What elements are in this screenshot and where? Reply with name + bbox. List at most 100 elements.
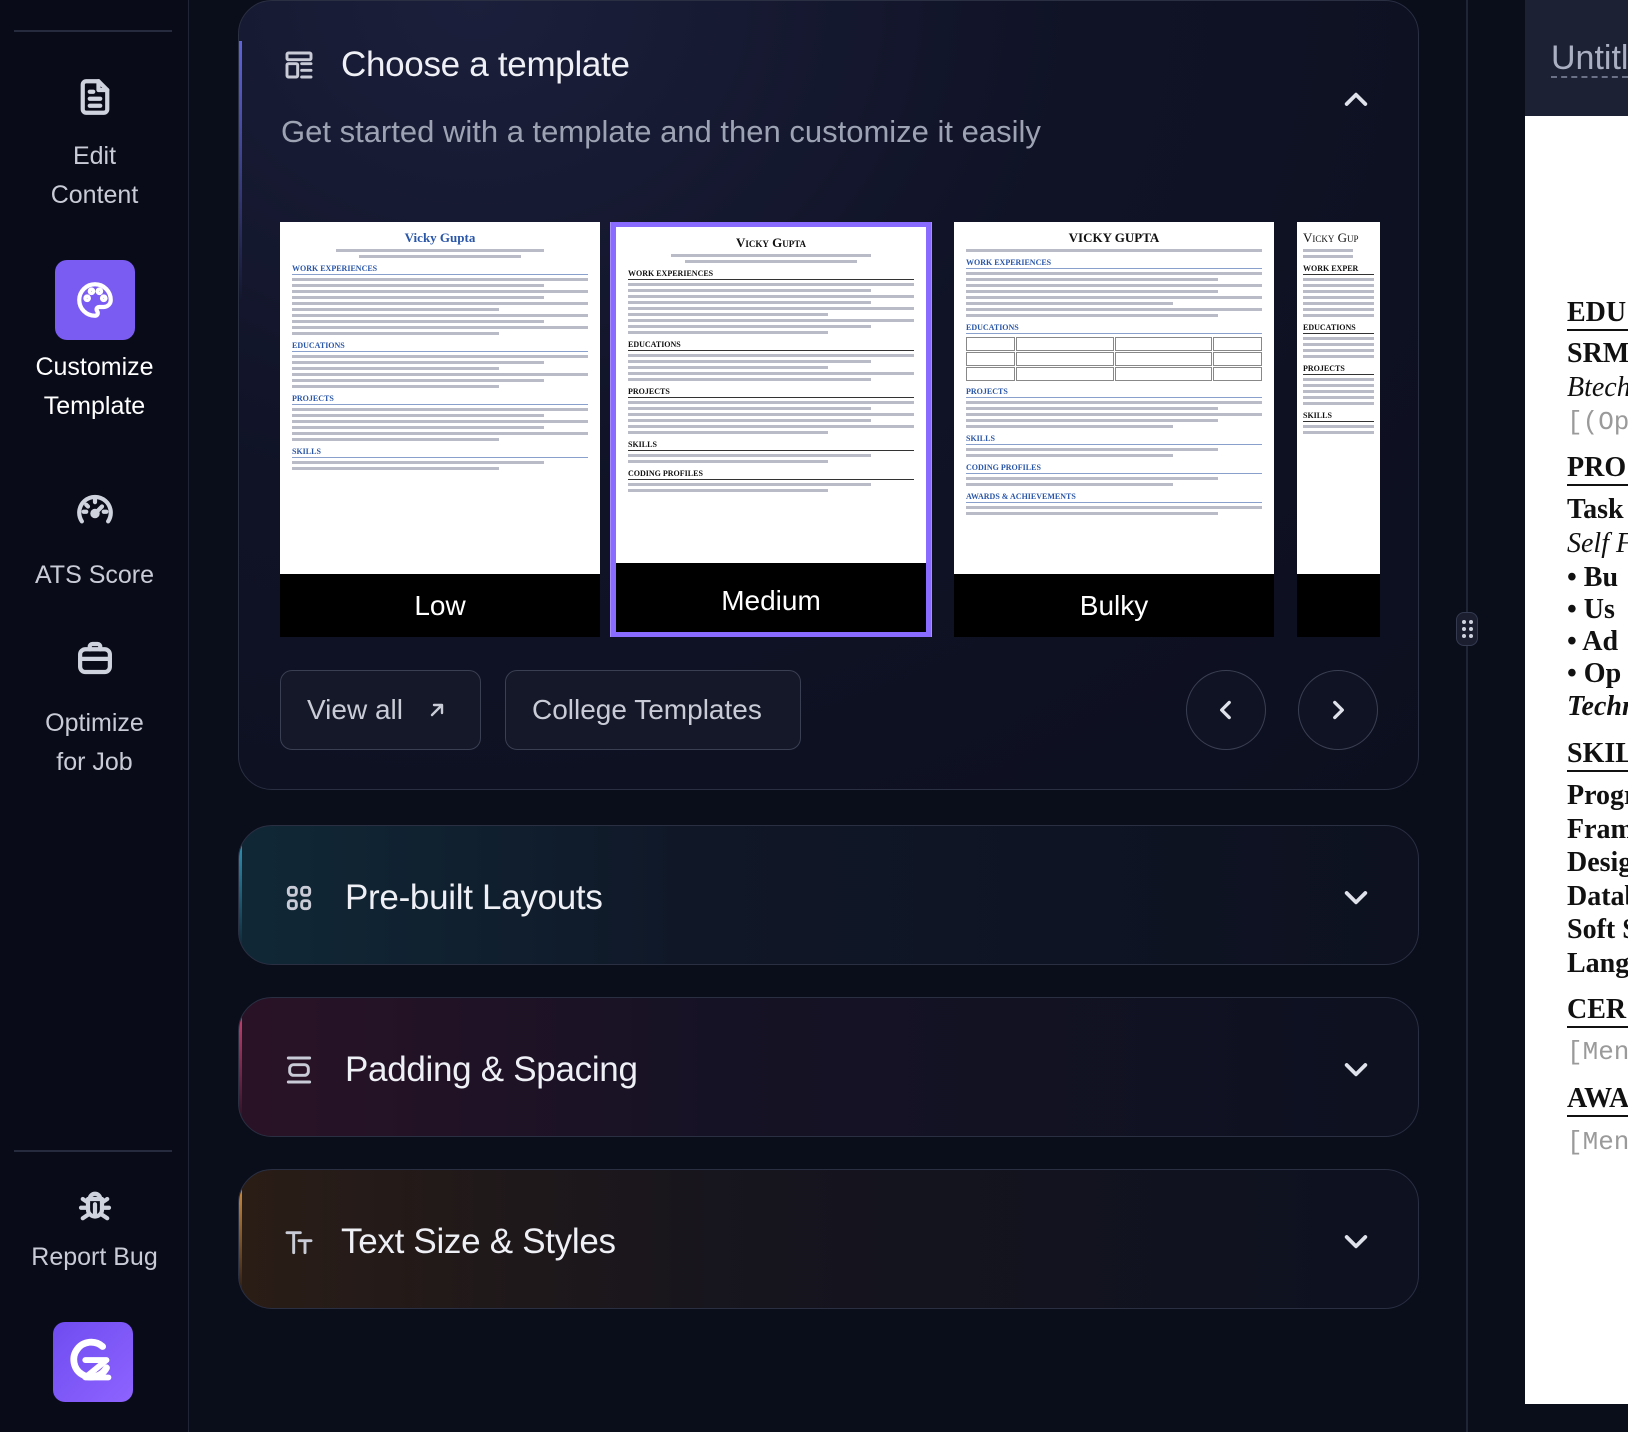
doc-line: Progr (1567, 780, 1628, 811)
preview-table (966, 337, 1262, 381)
preview-section: EDUCATIONS (1303, 323, 1374, 334)
doc-line: Desig (1567, 847, 1628, 878)
layout-template-icon (285, 51, 313, 79)
carousel-next-button[interactable] (1298, 670, 1378, 750)
sidebar-divider (14, 30, 172, 32)
app-logo[interactable] (53, 1322, 133, 1402)
preview-section: EDUCATIONS (628, 340, 914, 351)
preview-section: SKILLS (1303, 411, 1374, 422)
sidebar-item-ats-score[interactable]: ATS Score (0, 470, 189, 595)
doc-heading: CER (1567, 994, 1628, 1028)
doc-line: [Ment (1567, 1127, 1628, 1157)
template-card-bulky[interactable]: VICKY GUPTA WORK EXPERIENCES EDUCATIONS … (954, 222, 1274, 637)
accordion-title: Padding & Spacing (345, 1050, 638, 1089)
template-preview: Vicky Gup WORK EXPER EDUCATIONS PROJECTS… (1297, 222, 1380, 574)
accordion-title: Pre-built Layouts (345, 878, 603, 917)
doc-line: SRM (1567, 338, 1628, 369)
template-label: Medium (721, 585, 821, 616)
template-chooser-header[interactable]: Choose a template (283, 45, 630, 85)
doc-line: Lang (1567, 948, 1628, 979)
accordion-padding-spacing[interactable]: Padding & Spacing (238, 997, 1419, 1137)
sidebar: Edit Content Customize Template ATS Scor… (0, 0, 189, 1432)
preview-section: WORK EXPERIENCES (628, 269, 914, 280)
doc-line: Fram (1567, 814, 1628, 845)
sidebar-item-label: ATS Score (34, 561, 155, 589)
doc-line: Task (1567, 494, 1624, 525)
doc-line: Self F (1567, 528, 1628, 559)
preview-section: CODING PROFILES (966, 463, 1262, 474)
arrow-up-right-icon (430, 703, 444, 717)
doc-line: • Us (1567, 594, 1615, 625)
bug-icon (55, 1174, 135, 1238)
preview-section: SKILLS (292, 447, 588, 458)
panel-divider (1466, 0, 1468, 1432)
template-label: Low (414, 590, 466, 621)
document-title-input[interactable]: Untitl (1551, 40, 1628, 78)
text-size-icon (285, 1231, 313, 1255)
doc-line: • Op (1567, 658, 1622, 689)
accordion-header: Text Size & Styles (283, 1222, 616, 1262)
view-all-label: View all (307, 694, 403, 725)
sidebar-item-label: Optimize for Job (45, 709, 144, 776)
accordion-prebuilt-layouts[interactable]: Pre-built Layouts (238, 825, 1419, 965)
sidebar-item-customize-template[interactable]: Customize Template (0, 260, 189, 426)
briefcase-icon (55, 618, 135, 698)
accordion-header: Pre-built Layouts (283, 878, 603, 918)
preview-name: VICKY GUPTA (1068, 230, 1160, 245)
palette-icon (54, 260, 135, 340)
doc-line: Soft S (1567, 914, 1628, 945)
gauge-icon (55, 470, 135, 550)
preview-section: WORK EXPER (1303, 264, 1374, 275)
preview-section: EDUCATIONS (292, 341, 588, 352)
doc-heading: PRO (1567, 452, 1628, 486)
template-label: Bulky (1079, 590, 1149, 621)
report-bug-button[interactable]: Report Bug (0, 1174, 189, 1277)
preview-section: WORK EXPERIENCES (292, 264, 588, 275)
sidebar-item-label: Edit Content (50, 142, 139, 209)
accordion-header: Padding & Spacing (283, 1050, 638, 1090)
college-templates-label: College Templates (532, 694, 762, 725)
doc-line: • Ad (1567, 626, 1619, 657)
sidebar-item-label: Customize Template (35, 353, 154, 420)
doc-line: Techn (1567, 691, 1628, 722)
resume-preview: EDU SRM Btech [(Opt PRO Task Self F • Bu… (1525, 116, 1628, 1404)
college-templates-button[interactable]: College Templates (505, 670, 801, 750)
app-root: Edit Content Customize Template ATS Scor… (0, 0, 1628, 1432)
logo-icon (70, 1338, 112, 1381)
doc-line: [(Opt (1567, 407, 1628, 437)
template-card-partial[interactable]: Vicky Gup WORK EXPER EDUCATIONS PROJECTS… (1297, 222, 1380, 637)
preview-name: Vicky Gup (1303, 230, 1359, 245)
grid-icon (286, 885, 312, 911)
preview-section: AWARDS & ACHIEVEMENTS (966, 492, 1262, 503)
doc-heading: AWA (1567, 1083, 1628, 1117)
chevron-up-icon[interactable] (1340, 84, 1372, 116)
report-bug-label: Report Bug (31, 1243, 158, 1271)
template-preview: Vicky Gupta WORK EXPERIENCES EDUCATIONS … (280, 222, 600, 574)
doc-line: Btech (1567, 372, 1628, 403)
template-preview: Vicky Gupta WORK EXPERIENCES EDUCATIONS … (616, 227, 926, 563)
file-text-icon (55, 57, 135, 137)
chevron-right-icon (1333, 700, 1344, 720)
preview-section: PROJECTS (966, 387, 1262, 398)
chevron-down-icon (1344, 1063, 1368, 1077)
preview-section: SKILLS (628, 440, 914, 451)
preview-section: PROJECTS (1303, 364, 1374, 375)
resize-handle[interactable] (1456, 612, 1478, 646)
preview-name: Vicky Gupta (735, 235, 807, 250)
template-card-medium[interactable]: Vicky Gupta WORK EXPERIENCES EDUCATIONS … (610, 222, 932, 637)
chevron-down-icon (1344, 891, 1368, 905)
preview-section: EDUCATIONS (966, 323, 1262, 334)
template-card-low[interactable]: Vicky Gupta WORK EXPERIENCES EDUCATIONS … (280, 222, 600, 637)
chevron-left-icon (1220, 700, 1231, 720)
accordion-text-size-styles[interactable]: Text Size & Styles (238, 1169, 1419, 1309)
template-preview: VICKY GUPTA WORK EXPERIENCES EDUCATIONS … (954, 222, 1274, 574)
sidebar-item-optimize-for-job[interactable]: Optimize for Job (0, 618, 189, 782)
preview-name: Vicky Gupta (404, 230, 476, 245)
sidebar-item-edit-content[interactable]: Edit Content (0, 57, 189, 215)
preview-section: PROJECTS (628, 387, 914, 398)
panel-subtitle: Get started with a template and then cus… (281, 114, 1041, 149)
view-all-button[interactable]: View all (280, 670, 481, 750)
carousel-prev-button[interactable] (1186, 670, 1266, 750)
spacing-icon (286, 1056, 312, 1084)
doc-heading: SKIL (1567, 738, 1628, 772)
